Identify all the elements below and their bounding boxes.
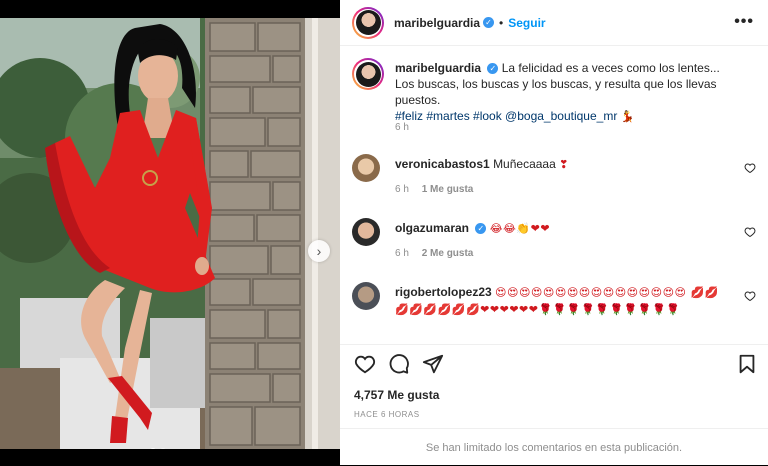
- like-icon[interactable]: [354, 353, 376, 375]
- comment-emoji: ❣: [559, 158, 569, 171]
- comment-time[interactable]: 6 h: [395, 184, 409, 195]
- next-arrow-icon[interactable]: ›: [308, 240, 330, 262]
- comment-text: Muñecaaaa: [493, 157, 556, 171]
- comments-limited-notice: Se han limitado los comentarios en esta …: [340, 428, 768, 466]
- heart-icon[interactable]: [744, 162, 756, 174]
- caption-avatar[interactable]: [352, 58, 384, 90]
- carousel-dot: [160, 448, 166, 449]
- comment-time[interactable]: 6 h: [395, 248, 409, 259]
- avatar[interactable]: [352, 6, 384, 39]
- comment-likes[interactable]: 2 Me gusta: [422, 248, 474, 259]
- comment-text-block: olgazumaran ✓ 😂😂👏❤❤: [395, 220, 728, 237]
- heart-icon[interactable]: [744, 226, 756, 238]
- comment-text-block: rigobertolopez23 😍😍😍😍😍😍😍😍😍😍😍😍😍😍😍😍 💋💋💋💋💋💋…: [395, 284, 728, 318]
- carousel-dot: [150, 448, 156, 449]
- like-count[interactable]: 4,757 Me gusta: [354, 388, 439, 402]
- heart-icon[interactable]: [744, 290, 756, 302]
- follow-button[interactable]: Seguir: [508, 16, 545, 30]
- post-header: maribelguardia ✓ • Seguir •••: [340, 0, 768, 46]
- post-details-pane: maribelguardia ✓ • Seguir ••• maribelgua…: [340, 0, 768, 465]
- share-icon[interactable]: [422, 353, 444, 375]
- comment-username[interactable]: olgazumaran: [395, 221, 469, 235]
- more-icon[interactable]: •••: [734, 13, 754, 31]
- comment-emoji: 😂😂👏❤❤: [489, 222, 551, 235]
- verified-badge-icon: ✓: [475, 223, 487, 235]
- verified-badge-icon: ✓: [483, 17, 495, 28]
- action-bar: [340, 344, 768, 385]
- comment-username[interactable]: veronicabastos1: [395, 157, 490, 171]
- caption-text-block: maribelguardia ✓ La felicidad es a veces…: [395, 60, 728, 125]
- comments-section: maribelguardia ✓ La felicidad es a veces…: [340, 46, 768, 341]
- comment-username[interactable]: rigobertolopez23: [395, 285, 492, 299]
- caption-time[interactable]: 6 h: [395, 122, 409, 133]
- comment-text-block: veronicabastos1 Muñecaaaa ❣: [395, 156, 728, 173]
- comment-avatar[interactable]: [352, 282, 380, 310]
- comment-item: rigobertolopez23 😍😍😍😍😍😍😍😍😍😍😍😍😍😍😍😍 💋💋💋💋💋💋…: [352, 282, 756, 340]
- comment-avatar[interactable]: [352, 218, 380, 246]
- caption-meta: 6 h: [395, 122, 409, 133]
- comment-meta: 6 h 2 Me gusta: [395, 248, 473, 259]
- comment-icon[interactable]: [388, 353, 410, 375]
- comment-item: olgazumaran ✓ 😂😂👏❤❤ 6 h 2 Me gusta: [352, 218, 756, 264]
- save-icon[interactable]: [736, 353, 758, 375]
- caption-tags[interactable]: #feliz #martes #look @boga_boutique_mr: [395, 109, 617, 123]
- carousel-dots: [150, 448, 166, 449]
- comment-item: veronicabastos1 Muñecaaaa ❣ 6 h 1 Me gus…: [352, 154, 756, 200]
- caption-username[interactable]: maribelguardia: [395, 61, 481, 75]
- caption-emoji: 💃: [620, 110, 635, 123]
- post-photo-illustration: [0, 18, 340, 449]
- comment-avatar[interactable]: [352, 154, 380, 182]
- comment-meta: 6 h 1 Me gusta: [395, 184, 473, 195]
- post-author-username[interactable]: maribelguardia: [394, 16, 480, 30]
- post-timestamp[interactable]: HACE 6 HORAS: [354, 410, 420, 419]
- separator-dot: •: [499, 15, 504, 30]
- media-pane: ›: [0, 0, 340, 465]
- comment-likes[interactable]: 1 Me gusta: [422, 184, 474, 195]
- post-photo[interactable]: ›: [0, 18, 340, 449]
- verified-badge-icon: ✓: [487, 63, 499, 75]
